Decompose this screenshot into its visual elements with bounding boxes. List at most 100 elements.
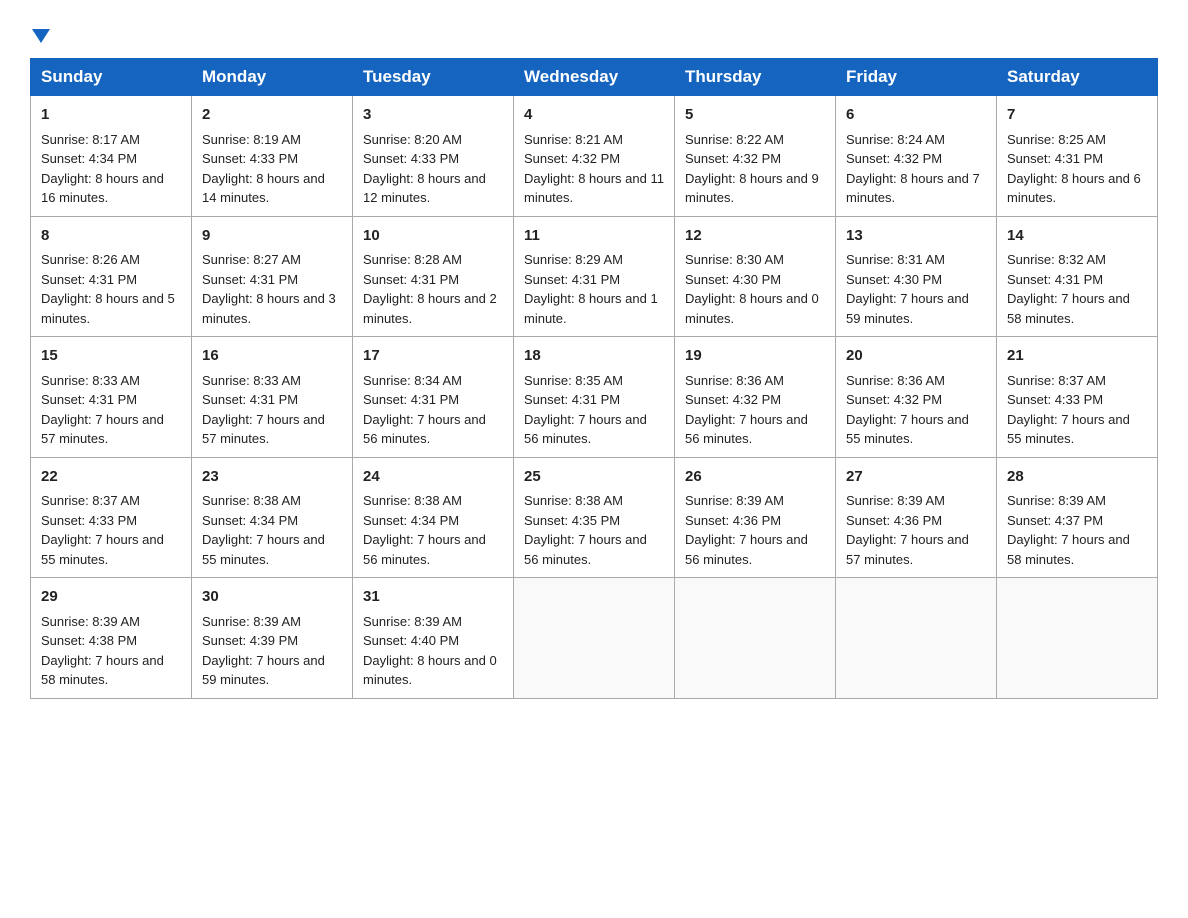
header-tuesday: Tuesday [353, 59, 514, 96]
sunrise-label: Sunrise: 8:24 AM [846, 132, 945, 147]
calendar-cell: 4 Sunrise: 8:21 AM Sunset: 4:32 PM Dayli… [514, 96, 675, 217]
sunrise-label: Sunrise: 8:21 AM [524, 132, 623, 147]
day-number: 17 [363, 345, 503, 368]
week-row-2: 8 Sunrise: 8:26 AM Sunset: 4:31 PM Dayli… [31, 216, 1158, 337]
day-number: 8 [41, 225, 181, 248]
daylight-label: Daylight: 7 hours and 57 minutes. [846, 532, 969, 567]
calendar-cell: 15 Sunrise: 8:33 AM Sunset: 4:31 PM Dayl… [31, 337, 192, 458]
daylight-label: Daylight: 7 hours and 56 minutes. [363, 532, 486, 567]
calendar-cell: 19 Sunrise: 8:36 AM Sunset: 4:32 PM Dayl… [675, 337, 836, 458]
sunrise-label: Sunrise: 8:22 AM [685, 132, 784, 147]
header-thursday: Thursday [675, 59, 836, 96]
sunrise-label: Sunrise: 8:38 AM [363, 493, 462, 508]
day-number: 30 [202, 586, 342, 609]
week-row-4: 22 Sunrise: 8:37 AM Sunset: 4:33 PM Dayl… [31, 457, 1158, 578]
sunrise-label: Sunrise: 8:37 AM [1007, 373, 1106, 388]
day-number: 22 [41, 466, 181, 489]
day-number: 4 [524, 104, 664, 127]
daylight-label: Daylight: 8 hours and 14 minutes. [202, 171, 325, 206]
daylight-label: Daylight: 8 hours and 12 minutes. [363, 171, 486, 206]
calendar-cell: 23 Sunrise: 8:38 AM Sunset: 4:34 PM Dayl… [192, 457, 353, 578]
sunset-label: Sunset: 4:31 PM [41, 392, 137, 407]
daylight-label: Daylight: 7 hours and 59 minutes. [202, 653, 325, 688]
day-number: 23 [202, 466, 342, 489]
day-number: 13 [846, 225, 986, 248]
daylight-label: Daylight: 7 hours and 55 minutes. [1007, 412, 1130, 447]
sunset-label: Sunset: 4:34 PM [202, 513, 298, 528]
sunset-label: Sunset: 4:33 PM [41, 513, 137, 528]
sunset-label: Sunset: 4:31 PM [363, 272, 459, 287]
sunset-label: Sunset: 4:31 PM [524, 272, 620, 287]
calendar-cell [997, 578, 1158, 699]
page-header [30, 20, 1158, 48]
daylight-label: Daylight: 7 hours and 57 minutes. [41, 412, 164, 447]
sunset-label: Sunset: 4:31 PM [41, 272, 137, 287]
sunset-label: Sunset: 4:38 PM [41, 633, 137, 648]
day-number: 9 [202, 225, 342, 248]
day-number: 29 [41, 586, 181, 609]
sunrise-label: Sunrise: 8:33 AM [41, 373, 140, 388]
calendar-cell: 14 Sunrise: 8:32 AM Sunset: 4:31 PM Dayl… [997, 216, 1158, 337]
header-wednesday: Wednesday [514, 59, 675, 96]
calendar-table: SundayMondayTuesdayWednesdayThursdayFrid… [30, 58, 1158, 699]
calendar-cell: 27 Sunrise: 8:39 AM Sunset: 4:36 PM Dayl… [836, 457, 997, 578]
sunrise-label: Sunrise: 8:39 AM [202, 614, 301, 629]
daylight-label: Daylight: 8 hours and 11 minutes. [524, 171, 664, 206]
calendar-cell: 11 Sunrise: 8:29 AM Sunset: 4:31 PM Dayl… [514, 216, 675, 337]
daylight-label: Daylight: 8 hours and 0 minutes. [363, 653, 497, 688]
sunset-label: Sunset: 4:31 PM [1007, 151, 1103, 166]
day-number: 7 [1007, 104, 1147, 127]
sunrise-label: Sunrise: 8:33 AM [202, 373, 301, 388]
calendar-cell: 25 Sunrise: 8:38 AM Sunset: 4:35 PM Dayl… [514, 457, 675, 578]
day-number: 15 [41, 345, 181, 368]
week-row-1: 1 Sunrise: 8:17 AM Sunset: 4:34 PM Dayli… [31, 96, 1158, 217]
daylight-label: Daylight: 7 hours and 56 minutes. [524, 412, 647, 447]
sunrise-label: Sunrise: 8:20 AM [363, 132, 462, 147]
calendar-cell: 16 Sunrise: 8:33 AM Sunset: 4:31 PM Dayl… [192, 337, 353, 458]
sunrise-label: Sunrise: 8:39 AM [685, 493, 784, 508]
sunset-label: Sunset: 4:33 PM [1007, 392, 1103, 407]
calendar-cell: 6 Sunrise: 8:24 AM Sunset: 4:32 PM Dayli… [836, 96, 997, 217]
daylight-label: Daylight: 7 hours and 59 minutes. [846, 291, 969, 326]
day-number: 20 [846, 345, 986, 368]
sunset-label: Sunset: 4:30 PM [846, 272, 942, 287]
week-row-5: 29 Sunrise: 8:39 AM Sunset: 4:38 PM Dayl… [31, 578, 1158, 699]
sunset-label: Sunset: 4:32 PM [685, 151, 781, 166]
sunrise-label: Sunrise: 8:39 AM [363, 614, 462, 629]
calendar-cell: 12 Sunrise: 8:30 AM Sunset: 4:30 PM Dayl… [675, 216, 836, 337]
daylight-label: Daylight: 7 hours and 56 minutes. [524, 532, 647, 567]
sunset-label: Sunset: 4:31 PM [363, 392, 459, 407]
calendar-cell: 9 Sunrise: 8:27 AM Sunset: 4:31 PM Dayli… [192, 216, 353, 337]
sunrise-label: Sunrise: 8:37 AM [41, 493, 140, 508]
header-sunday: Sunday [31, 59, 192, 96]
calendar-cell: 21 Sunrise: 8:37 AM Sunset: 4:33 PM Dayl… [997, 337, 1158, 458]
daylight-label: Daylight: 8 hours and 6 minutes. [1007, 171, 1141, 206]
daylight-label: Daylight: 8 hours and 7 minutes. [846, 171, 980, 206]
daylight-label: Daylight: 8 hours and 3 minutes. [202, 291, 336, 326]
sunrise-label: Sunrise: 8:32 AM [1007, 252, 1106, 267]
day-number: 21 [1007, 345, 1147, 368]
sunset-label: Sunset: 4:35 PM [524, 513, 620, 528]
daylight-label: Daylight: 8 hours and 2 minutes. [363, 291, 497, 326]
day-number: 14 [1007, 225, 1147, 248]
daylight-label: Daylight: 7 hours and 58 minutes. [1007, 291, 1130, 326]
daylight-label: Daylight: 7 hours and 55 minutes. [202, 532, 325, 567]
day-number: 10 [363, 225, 503, 248]
sunrise-label: Sunrise: 8:38 AM [524, 493, 623, 508]
day-number: 24 [363, 466, 503, 489]
day-number: 16 [202, 345, 342, 368]
calendar-cell: 17 Sunrise: 8:34 AM Sunset: 4:31 PM Dayl… [353, 337, 514, 458]
sunset-label: Sunset: 4:34 PM [41, 151, 137, 166]
sunset-label: Sunset: 4:33 PM [202, 151, 298, 166]
sunrise-label: Sunrise: 8:29 AM [524, 252, 623, 267]
day-number: 25 [524, 466, 664, 489]
day-number: 2 [202, 104, 342, 127]
sunrise-label: Sunrise: 8:28 AM [363, 252, 462, 267]
sunrise-label: Sunrise: 8:36 AM [685, 373, 784, 388]
sunrise-label: Sunrise: 8:36 AM [846, 373, 945, 388]
header-saturday: Saturday [997, 59, 1158, 96]
daylight-label: Daylight: 7 hours and 58 minutes. [1007, 532, 1130, 567]
sunset-label: Sunset: 4:33 PM [363, 151, 459, 166]
sunset-label: Sunset: 4:31 PM [202, 392, 298, 407]
daylight-label: Daylight: 8 hours and 1 minute. [524, 291, 658, 326]
